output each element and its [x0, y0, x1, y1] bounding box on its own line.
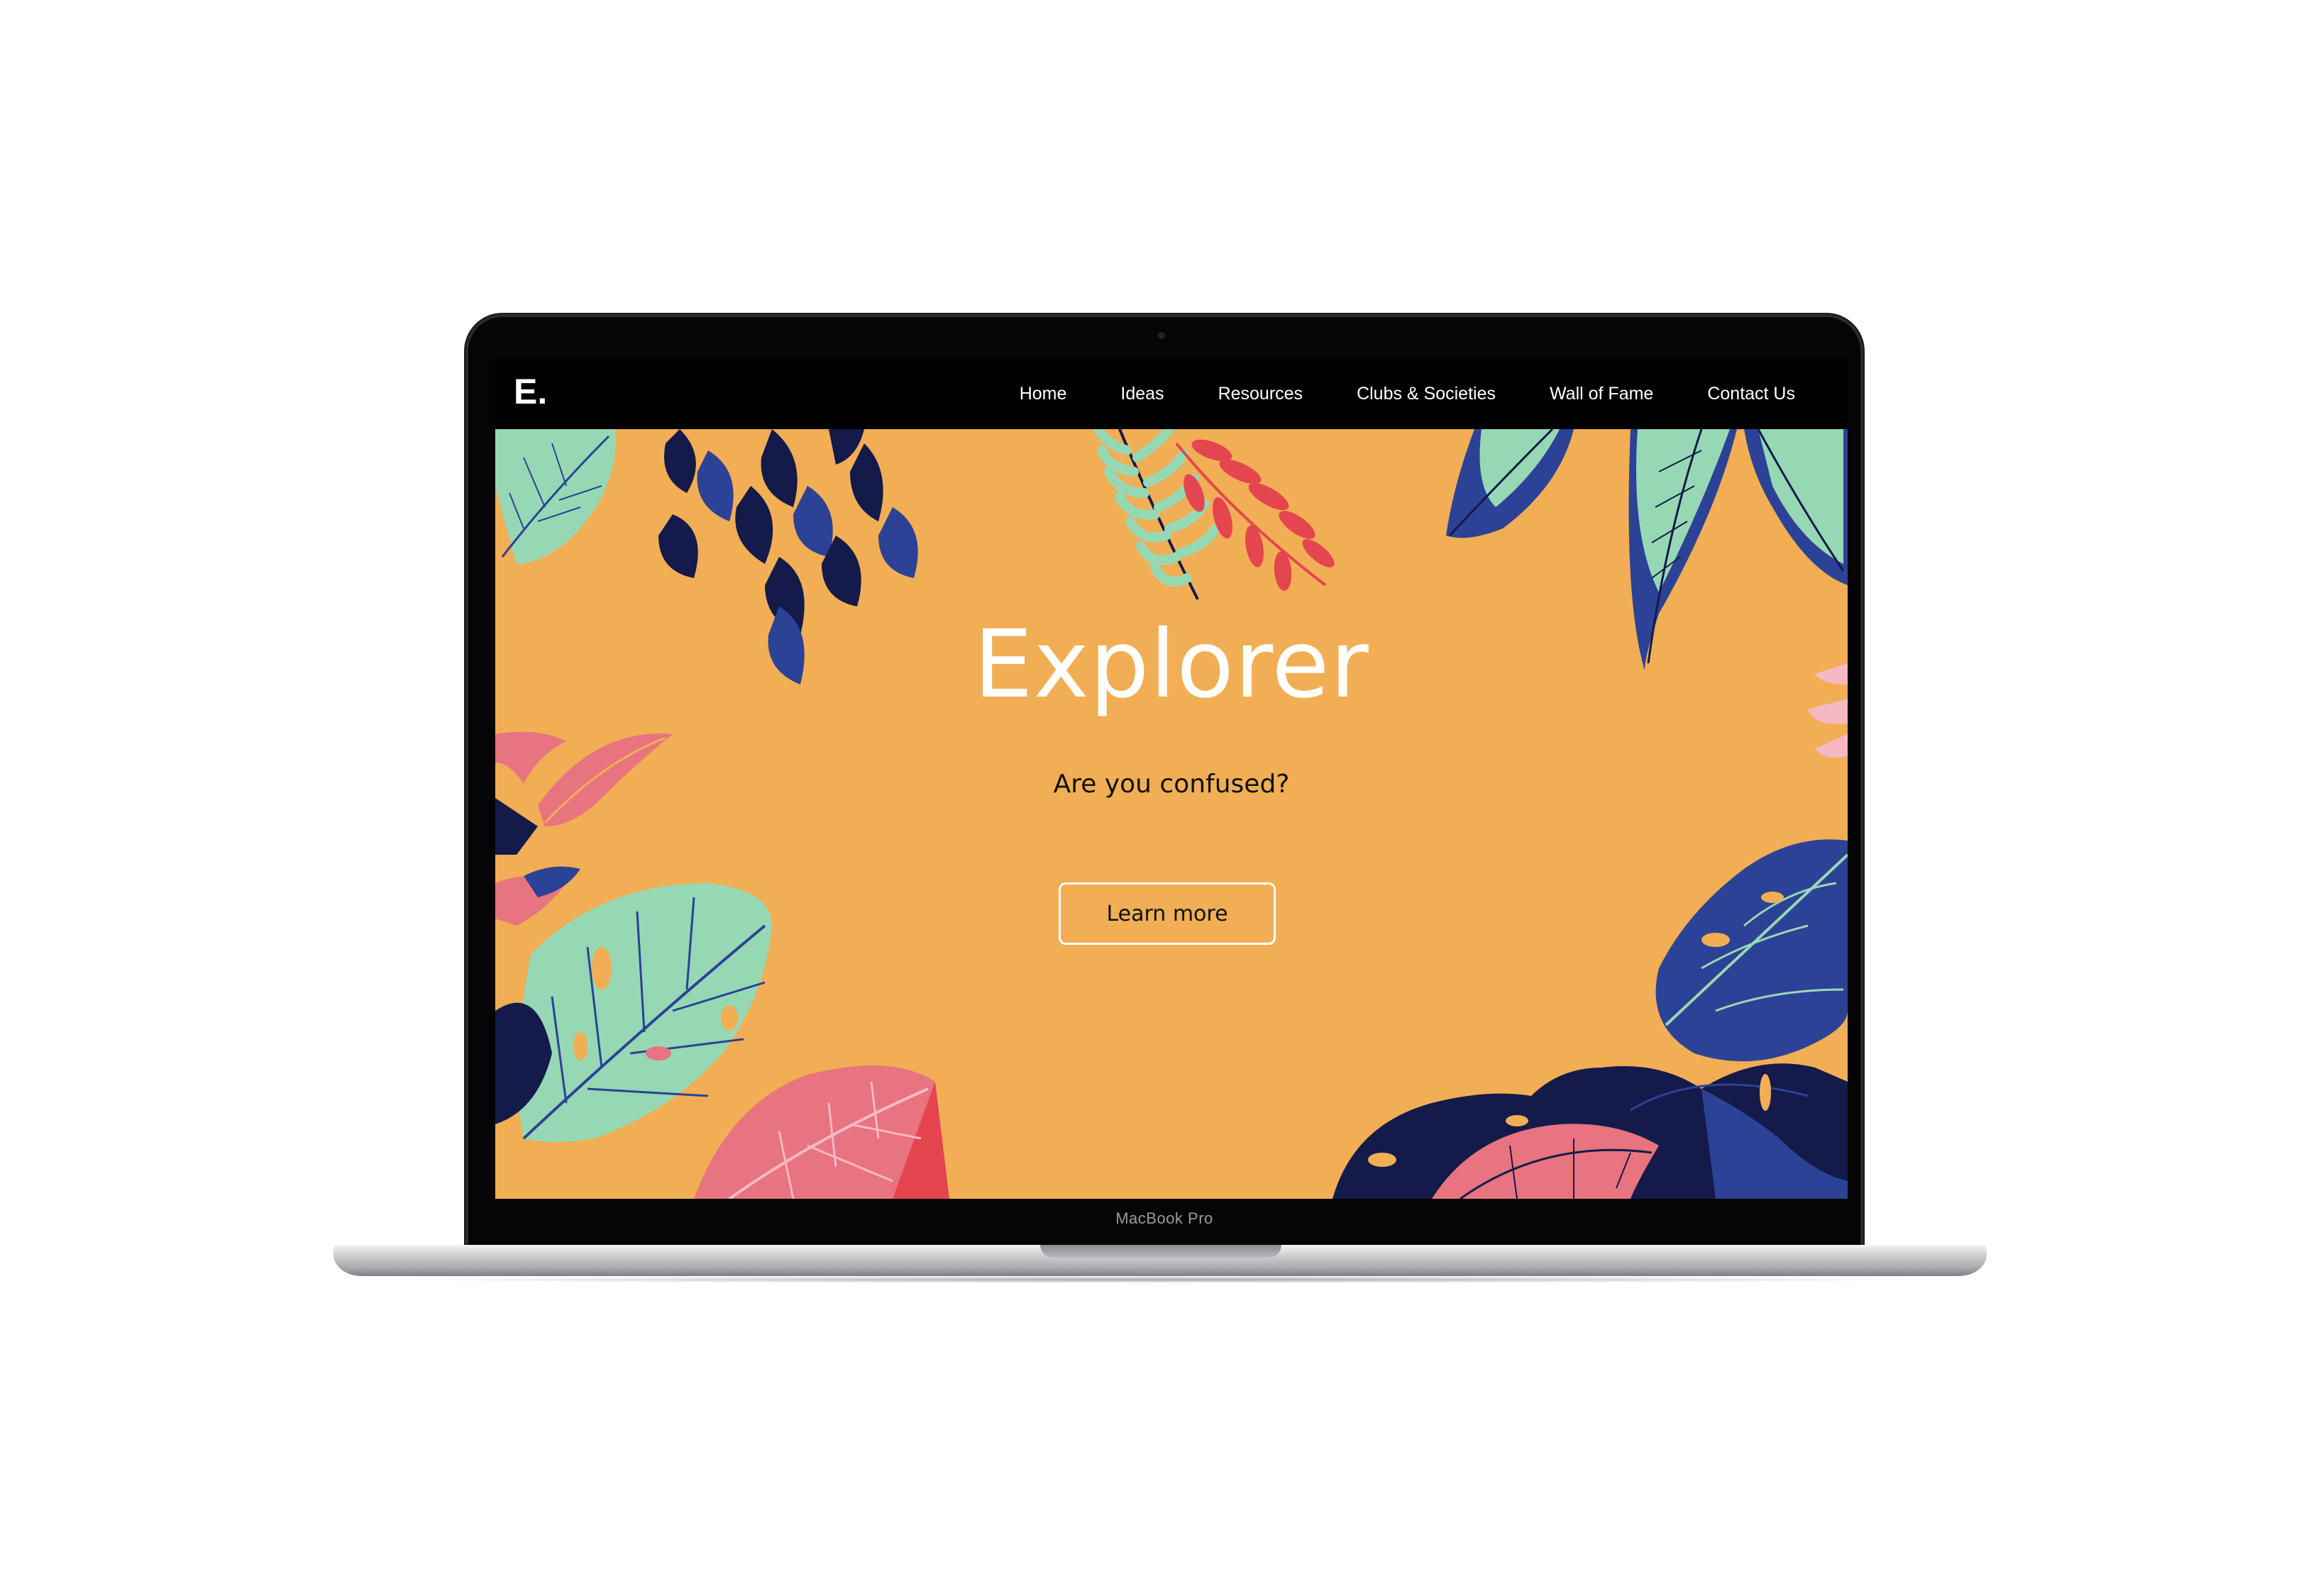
mockup-stage: E. Home Ideas Resources Clubs & Societie…: [0, 0, 2306, 1596]
hero-subtitle: Are you confused?: [1053, 770, 1290, 799]
site-logo[interactable]: E.: [514, 371, 547, 412]
mint-leaf-top-left: [495, 429, 617, 564]
tropical-foliage-illustration: [495, 429, 1848, 1199]
laptop-base-notch: [1040, 1245, 1281, 1258]
pink-leaf-bottom-left: [694, 1065, 949, 1199]
hero-section: Explorer Are you confused? Learn more: [495, 429, 1848, 1199]
nav-links: Home Ideas Resources Clubs & Societies W…: [966, 358, 1795, 429]
mint-fern-top-center: [1093, 429, 1220, 600]
laptop-screen: E. Home Ideas Resources Clubs & Societie…: [495, 358, 1848, 1199]
nav-link-home[interactable]: Home: [1020, 384, 1067, 404]
nav-link-contact-us[interactable]: Contact Us: [1707, 384, 1795, 404]
nav-link-ideas[interactable]: Ideas: [1120, 384, 1164, 404]
learn-more-button[interactable]: Learn more: [1059, 882, 1276, 945]
device-model-label: MacBook Pro: [1115, 1209, 1213, 1227]
navy-pink-leaves-bottom-right: [1333, 1063, 1848, 1199]
camera-icon: [1158, 332, 1165, 339]
nav-link-wall-of-fame[interactable]: Wall of Fame: [1550, 384, 1653, 404]
nav-link-clubs-societies[interactable]: Clubs & Societies: [1357, 384, 1496, 404]
laptop-shadow: [383, 1276, 1937, 1283]
nav-link-resources[interactable]: Resources: [1218, 384, 1303, 404]
hero-title: Explorer: [973, 610, 1369, 719]
site-navbar: E. Home Ideas Resources Clubs & Societie…: [495, 358, 1848, 429]
blue-monstera-right: [1655, 839, 1848, 1062]
